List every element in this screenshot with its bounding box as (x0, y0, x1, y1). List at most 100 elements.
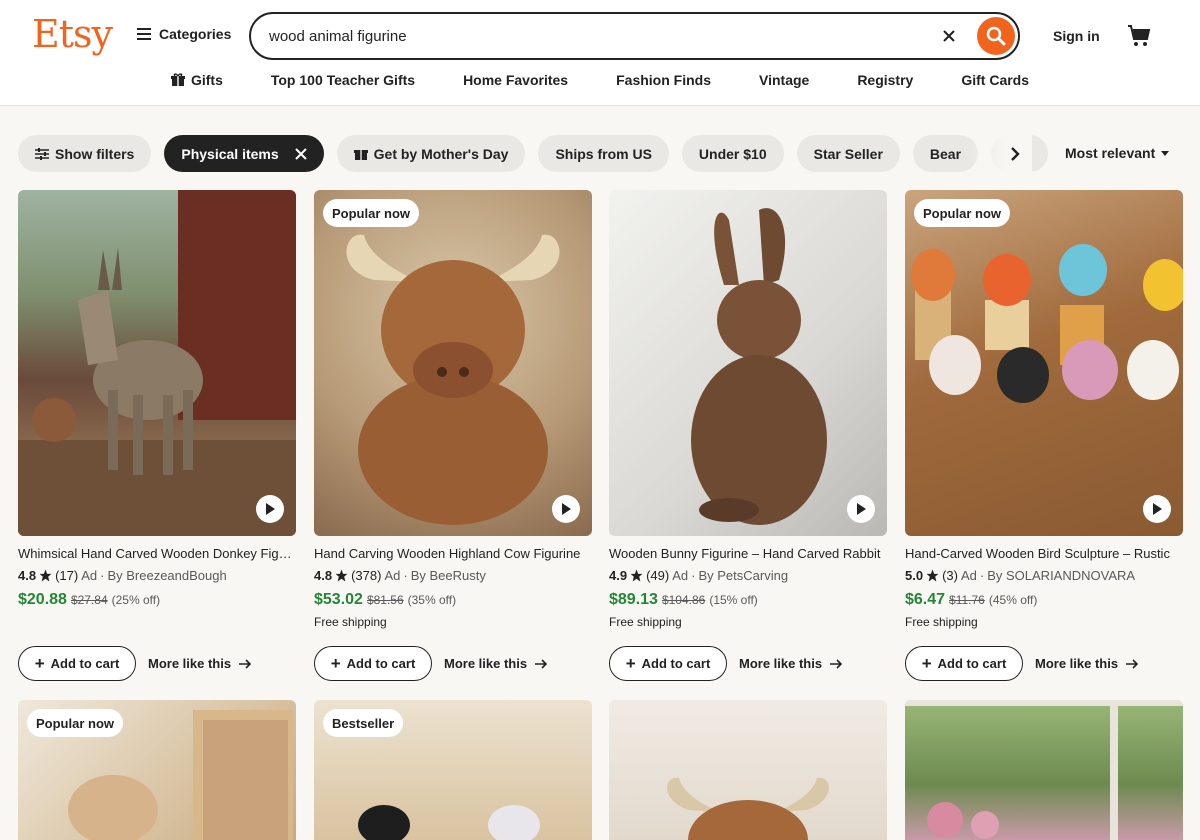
listing-badge: Popular now (323, 199, 419, 227)
ad-label: Ad (384, 568, 401, 583)
more-like-this-label: More like this (739, 656, 823, 671)
play-video-button[interactable] (552, 495, 580, 523)
sort-dropdown[interactable]: Most relevant (1065, 145, 1170, 161)
show-filters-button[interactable]: Show filters (18, 135, 152, 172)
listing-title[interactable]: Wooden Bunny Figurine – Hand Carved Rabb… (609, 546, 887, 561)
price-row: $53.02 $81.56 (35% off) (314, 591, 592, 609)
shipping-info: Free shipping (609, 615, 682, 629)
listing-card (905, 700, 1183, 840)
meta-separator: · (100, 568, 105, 583)
search-input[interactable] (269, 14, 919, 58)
more-like-this-link[interactable]: More like this (1035, 656, 1139, 671)
more-like-this-link[interactable]: More like this (148, 656, 252, 671)
menu-icon (137, 28, 151, 40)
more-like-this-link[interactable]: More like this (444, 656, 548, 671)
original-price: $81.56 (366, 593, 404, 607)
listing-image-keychains[interactable]: Bestseller (314, 700, 592, 840)
categories-label: Categories (159, 26, 232, 42)
search-button[interactable] (977, 17, 1015, 55)
chip-under-10[interactable]: Under $10 (681, 135, 784, 172)
scroll-chips-button[interactable] (1004, 143, 1026, 165)
chip-physical-items[interactable]: Physical items (164, 135, 324, 172)
shop-name[interactable]: By PetsCarving (698, 568, 788, 583)
card-actions: + Add to cart More like this (18, 646, 252, 681)
listing-card: Popular now (18, 700, 296, 840)
price-row: $6.47 $11.76 (45% off) (905, 591, 1183, 609)
rating-value: 5.0 (905, 568, 924, 583)
shop-name[interactable]: By BreezeandBough (107, 568, 226, 583)
listing-card (609, 700, 887, 840)
arrow-right-icon (830, 658, 843, 669)
chip-star-seller[interactable]: Star Seller (796, 135, 900, 172)
discount: (35% off) (407, 593, 457, 607)
shipping-info (18, 615, 296, 629)
play-video-button[interactable] (1143, 495, 1171, 523)
listing-image-birds[interactable]: Popular now (905, 190, 1183, 536)
nav-item-vintage[interactable]: Vintage (759, 72, 809, 88)
highland-cow-illustration (667, 777, 829, 840)
highland-cow-illustration (346, 234, 560, 525)
plus-icon: + (330, 653, 341, 673)
add-to-cart-label: Add to cart (346, 656, 416, 671)
meta-separator: · (403, 568, 408, 583)
shop-name[interactable]: By BeeRusty (411, 568, 486, 583)
add-to-cart-button[interactable]: + Add to cart (609, 646, 727, 681)
original-price: $27.84 (70, 593, 108, 607)
listing-badge: Popular now (27, 709, 123, 737)
listing-title[interactable]: Hand-Carved Wooden Bird Sculpture – Rust… (905, 546, 1183, 561)
plus-icon: + (34, 653, 45, 673)
listing-image-bunny[interactable] (609, 190, 887, 536)
etsy-logo[interactable]: Etsy (32, 12, 113, 56)
clear-search-button[interactable] (937, 24, 961, 48)
search-bar (249, 12, 1020, 60)
listing-image-photo-frame[interactable]: Popular now (18, 700, 296, 840)
donkey-figurine-illustration (18, 190, 296, 536)
listing-title[interactable]: Whimsical Hand Carved Wooden Donkey Figu… (18, 546, 296, 561)
chip-ships-from-us[interactable]: Ships from US (538, 135, 669, 172)
bird-figurines-illustration (911, 244, 1183, 403)
nav-item-gifts[interactable]: Gifts (170, 72, 223, 88)
categories-button[interactable]: Categories (137, 26, 231, 42)
rating-value: 4.8 (18, 568, 37, 583)
nav-item-teacher-gifts[interactable]: Top 100 Teacher Gifts (271, 72, 415, 88)
review-count: (3) (942, 568, 958, 583)
sale-price: $89.13 (609, 591, 658, 608)
play-icon (1153, 503, 1162, 515)
shop-name[interactable]: By SOLARIANDNOVARA (987, 568, 1135, 583)
listing-meta: 4.9 (49) Ad · By PetsCarving (609, 568, 887, 583)
more-like-this-link[interactable]: More like this (739, 656, 843, 671)
listing-image-window-garden[interactable] (905, 700, 1183, 840)
listing-image-donkey[interactable] (18, 190, 296, 536)
remove-filter-icon[interactable] (294, 147, 307, 160)
listing-card: Popular now Hand Carving Wooden Highland… (314, 190, 592, 681)
listing-image-highland-cow[interactable]: Popular now (314, 190, 592, 536)
add-to-cart-button[interactable]: + Add to cart (314, 646, 432, 681)
listing-card: Popular now Hand-Carved Wooden Bird Scul… (905, 190, 1183, 681)
play-icon (562, 503, 571, 515)
chip-mothers-day[interactable]: Get by Mother's Day (336, 135, 526, 172)
sign-in-link[interactable]: Sign in (1053, 28, 1100, 44)
chip-label: Get by Mother's Day (373, 145, 509, 162)
review-count: (378) (351, 568, 382, 583)
play-video-button[interactable] (847, 495, 875, 523)
bunny-figurine-illustration (691, 208, 827, 525)
play-video-button[interactable] (256, 495, 284, 523)
cart-button[interactable] (1127, 24, 1151, 53)
nav-item-gift-cards[interactable]: Gift Cards (961, 72, 1029, 88)
gift-icon (170, 73, 185, 86)
listing-meta: 4.8 (378) Ad · By BeeRusty (314, 568, 592, 583)
listing-title[interactable]: Hand Carving Wooden Highland Cow Figurin… (314, 546, 592, 561)
nav-item-home-favorites[interactable]: Home Favorites (463, 72, 568, 88)
sort-label: Most relevant (1065, 145, 1156, 161)
add-to-cart-button[interactable]: + Add to cart (905, 646, 1023, 681)
chevron-right-icon (1011, 147, 1020, 161)
arrow-right-icon (1126, 658, 1139, 669)
add-to-cart-button[interactable]: + Add to cart (18, 646, 136, 681)
chip-bear[interactable]: Bear (912, 135, 979, 172)
listing-badge: Bestseller (323, 709, 404, 737)
more-like-this-label: More like this (1035, 656, 1119, 671)
listing-image-highland-cow-2[interactable] (609, 700, 887, 840)
nav-item-fashion-finds[interactable]: Fashion Finds (616, 72, 711, 88)
card-actions: + Add to cart More like this (314, 646, 548, 681)
nav-item-registry[interactable]: Registry (857, 72, 913, 88)
